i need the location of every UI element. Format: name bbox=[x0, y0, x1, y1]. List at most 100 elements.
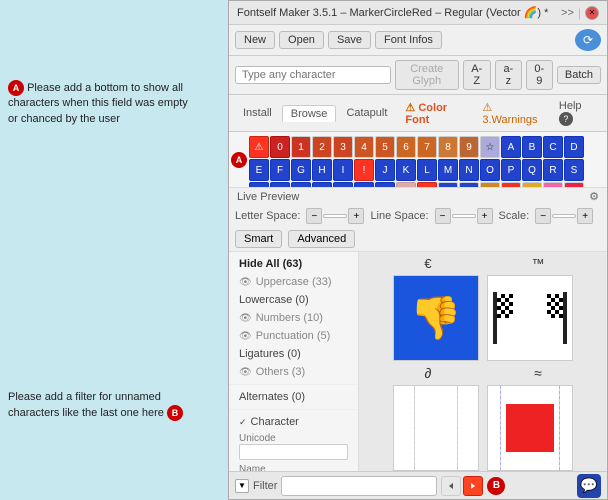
char-F[interactable]: F bbox=[270, 159, 290, 181]
char-warning2[interactable]: ⚠ bbox=[396, 182, 416, 188]
char-8[interactable]: 8 bbox=[438, 136, 458, 158]
char-excl[interactable]: ! bbox=[354, 159, 374, 181]
char-P[interactable]: P bbox=[501, 159, 521, 181]
open-button[interactable]: Open bbox=[279, 31, 324, 49]
char-Z[interactable]: Z bbox=[375, 182, 395, 188]
char-E[interactable]: E bbox=[249, 159, 269, 181]
tab-install[interactable]: Install bbox=[235, 105, 280, 121]
char-star-outline[interactable]: ☆ bbox=[480, 136, 500, 158]
char-circle-red[interactable]: ⬤ bbox=[501, 182, 521, 188]
char-N[interactable]: N bbox=[459, 159, 479, 181]
eye-icon-others: 👁 bbox=[239, 367, 252, 378]
char-L[interactable]: L bbox=[417, 159, 437, 181]
char-R[interactable]: R bbox=[543, 159, 563, 181]
smart-button[interactable]: Smart bbox=[235, 230, 282, 248]
line-space-plus[interactable]: + bbox=[477, 208, 493, 224]
char-1[interactable]: 1 bbox=[291, 136, 311, 158]
sidebar-numbers[interactable]: 👁 Numbers (10) bbox=[229, 309, 358, 327]
char-H[interactable]: H bbox=[312, 159, 332, 181]
sidebar-lowercase[interactable]: Lowercase (0) bbox=[229, 291, 358, 309]
tab-color-font[interactable]: ⚠ Color Font bbox=[397, 99, 472, 128]
scale-minus[interactable]: − bbox=[535, 208, 551, 224]
char-T[interactable]: T bbox=[249, 182, 269, 188]
batch-button[interactable]: Batch bbox=[557, 66, 601, 84]
char-warning[interactable]: ⚠ bbox=[249, 136, 269, 158]
search-input[interactable] bbox=[235, 66, 391, 84]
tab-help[interactable]: Help ? bbox=[551, 98, 601, 128]
tab-catapult[interactable]: Catapult bbox=[338, 105, 395, 121]
char-O[interactable]: O bbox=[480, 159, 500, 181]
sidebar-character[interactable]: ✓ Character bbox=[229, 413, 358, 431]
char-D[interactable]: D bbox=[564, 136, 584, 158]
line-space-val[interactable] bbox=[452, 214, 476, 218]
character-grid: A ⚠ 0 1 2 3 4 5 6 7 8 9 ☆ A B C D E F G … bbox=[229, 132, 607, 188]
char-plane[interactable]: ✈ bbox=[438, 182, 458, 188]
char-4[interactable]: 4 bbox=[354, 136, 374, 158]
sidebar-punctuation[interactable]: 👁 Punctuation (5) bbox=[229, 327, 358, 345]
char-9[interactable]: 9 bbox=[459, 136, 479, 158]
char-flower[interactable]: ✿ bbox=[543, 182, 563, 188]
char-3[interactable]: 3 bbox=[333, 136, 353, 158]
filter-nav-next[interactable] bbox=[463, 476, 483, 496]
az-upper-button[interactable]: A-Z bbox=[463, 60, 491, 90]
char-star-fill[interactable]: ★ bbox=[417, 182, 437, 188]
line-space-minus[interactable]: − bbox=[435, 208, 451, 224]
letter-space-minus[interactable]: − bbox=[306, 208, 322, 224]
sidebar-uppercase[interactable]: 👁 Uppercase (33) bbox=[229, 273, 358, 291]
unicode-input[interactable] bbox=[239, 444, 348, 460]
letter-space-plus[interactable]: + bbox=[348, 208, 364, 224]
char-B[interactable]: B bbox=[522, 136, 542, 158]
preview-cell-thumbs[interactable]: 👎 bbox=[393, 275, 479, 361]
chat-button[interactable]: 💬 bbox=[577, 474, 601, 498]
char-6[interactable]: 6 bbox=[396, 136, 416, 158]
tab-browse[interactable]: Browse bbox=[282, 105, 337, 122]
sidebar-others[interactable]: 👁 Others (3) bbox=[229, 363, 358, 381]
char-S[interactable]: S bbox=[564, 159, 584, 181]
letter-space-val[interactable] bbox=[323, 214, 347, 218]
char-I[interactable]: I bbox=[333, 159, 353, 181]
scale-val[interactable] bbox=[552, 214, 576, 218]
create-glyph-button[interactable]: Create Glyph bbox=[395, 60, 459, 90]
char-phone[interactable]: ☎ bbox=[459, 182, 479, 188]
char-sun[interactable]: ☀ bbox=[480, 182, 500, 188]
filter-toggle[interactable]: ▼ bbox=[235, 479, 249, 493]
gear-icon[interactable]: ⚙ bbox=[589, 190, 599, 203]
char-Q[interactable]: Q bbox=[522, 159, 542, 181]
font-infos-button[interactable]: Font Infos bbox=[375, 31, 442, 49]
char-X[interactable]: X bbox=[333, 182, 353, 188]
preview-cell-flags[interactable] bbox=[487, 275, 573, 361]
char-face[interactable]: ☺ bbox=[522, 182, 542, 188]
scale-plus[interactable]: + bbox=[577, 208, 593, 224]
preview-cell-empty[interactable] bbox=[393, 385, 479, 471]
sidebar-hide-all[interactable]: Hide All (63) bbox=[229, 255, 358, 273]
save-button[interactable]: Save bbox=[328, 31, 371, 49]
char-M[interactable]: M bbox=[438, 159, 458, 181]
char-J[interactable]: J bbox=[375, 159, 395, 181]
char-heart[interactable]: ❤ bbox=[564, 182, 584, 188]
sidebar-alternates[interactable]: Alternates (0) bbox=[229, 388, 358, 406]
num-button[interactable]: 0-9 bbox=[526, 60, 553, 90]
char-K[interactable]: K bbox=[396, 159, 416, 181]
char-V[interactable]: V bbox=[291, 182, 311, 188]
char-G[interactable]: G bbox=[291, 159, 311, 181]
fontself-logo[interactable]: ⟳ bbox=[575, 29, 601, 51]
tab-warnings[interactable]: ⚠ 3.Warnings bbox=[474, 99, 549, 128]
char-2[interactable]: 2 bbox=[312, 136, 332, 158]
char-0[interactable]: 0 bbox=[270, 136, 290, 158]
filter-input[interactable] bbox=[281, 476, 437, 496]
sidebar-ligatures[interactable]: Ligatures (0) bbox=[229, 345, 358, 363]
filter-nav-prev[interactable] bbox=[441, 476, 461, 496]
az-lower-button[interactable]: a-z bbox=[495, 60, 522, 90]
close-button[interactable]: ✕ bbox=[585, 6, 599, 20]
char-A[interactable]: A bbox=[501, 136, 521, 158]
char-7[interactable]: 7 bbox=[417, 136, 437, 158]
preview-cell-red-square[interactable] bbox=[487, 385, 573, 471]
char-C[interactable]: C bbox=[543, 136, 563, 158]
advanced-button[interactable]: Advanced bbox=[288, 230, 355, 248]
new-button[interactable]: New bbox=[235, 31, 275, 49]
char-U[interactable]: U bbox=[270, 182, 290, 188]
char-Y[interactable]: Y bbox=[354, 182, 374, 188]
char-5[interactable]: 5 bbox=[375, 136, 395, 158]
char-W[interactable]: W bbox=[312, 182, 332, 188]
expand-btn[interactable]: >> bbox=[561, 7, 574, 19]
